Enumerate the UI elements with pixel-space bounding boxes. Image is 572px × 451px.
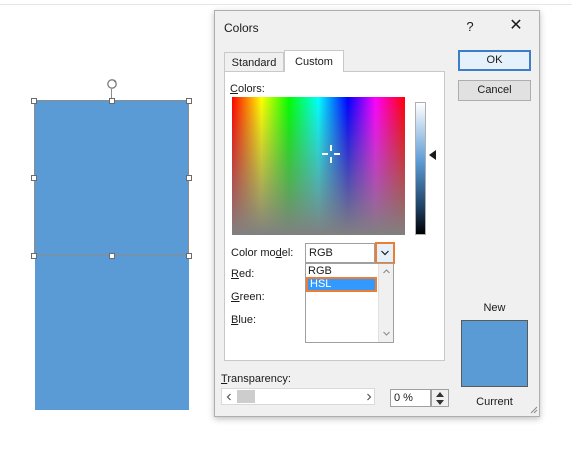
spin-down-icon[interactable] (436, 400, 444, 405)
resize-handle-bottom-right[interactable] (186, 253, 192, 259)
transparency-spinner[interactable] (431, 389, 449, 407)
spin-up-icon[interactable] (436, 392, 444, 397)
cancel-button[interactable]: Cancel (458, 80, 531, 101)
current-label: Current (476, 396, 513, 408)
resize-handle-bottom[interactable] (109, 253, 115, 259)
dropdown-scrollbar[interactable] (378, 264, 393, 342)
tab-standard[interactable]: Standard (224, 52, 284, 72)
resize-handle-bottom-left[interactable] (31, 253, 37, 259)
red-label: Red: (231, 268, 255, 280)
chevron-down-icon[interactable] (375, 242, 395, 264)
rotate-handle-icon[interactable] (106, 78, 118, 90)
scroll-up-icon[interactable] (379, 267, 394, 275)
close-button[interactable]: ✕ (507, 17, 525, 35)
arrow-left-icon[interactable] (225, 392, 233, 402)
luminance-pointer-icon[interactable] (429, 150, 436, 160)
resize-grip-icon[interactable] (528, 404, 538, 414)
dialog-title: Colors (224, 21, 259, 35)
resize-handle-top-left[interactable] (31, 98, 37, 104)
color-spectrum-picker[interactable] (232, 97, 405, 235)
resize-handle-top-right[interactable] (186, 98, 192, 104)
resize-handle-left[interactable] (31, 175, 37, 181)
selection-outline (34, 100, 189, 256)
colors-label: Colors: (230, 83, 265, 95)
color-model-label: Color model: (231, 247, 294, 259)
transparency-label: Transparency: (221, 373, 291, 385)
option-rgb[interactable]: RGB (306, 264, 378, 278)
new-label: New (483, 302, 506, 314)
rectangle-shape[interactable] (35, 256, 189, 410)
resize-handle-top[interactable] (109, 98, 115, 104)
luminance-slider[interactable] (415, 102, 426, 235)
slide-top-edge (0, 4, 572, 5)
blue-label: Blue: (231, 314, 257, 326)
green-label: Green: (231, 291, 265, 303)
help-button[interactable]: ? (462, 19, 478, 35)
arrow-right-icon[interactable] (365, 392, 373, 402)
transparency-input[interactable]: 0 % (390, 389, 431, 407)
ok-button[interactable]: OK (458, 50, 531, 71)
resize-handle-right[interactable] (186, 175, 192, 181)
option-hsl[interactable]: HSL (306, 277, 377, 292)
color-model-select[interactable]: RGB (305, 243, 375, 263)
tab-custom[interactable]: Custom (284, 50, 344, 72)
transparency-slider-thumb[interactable] (237, 390, 255, 403)
scroll-down-icon[interactable] (379, 330, 394, 338)
color-preview-swatch (461, 320, 528, 387)
crosshair-icon (322, 145, 340, 163)
